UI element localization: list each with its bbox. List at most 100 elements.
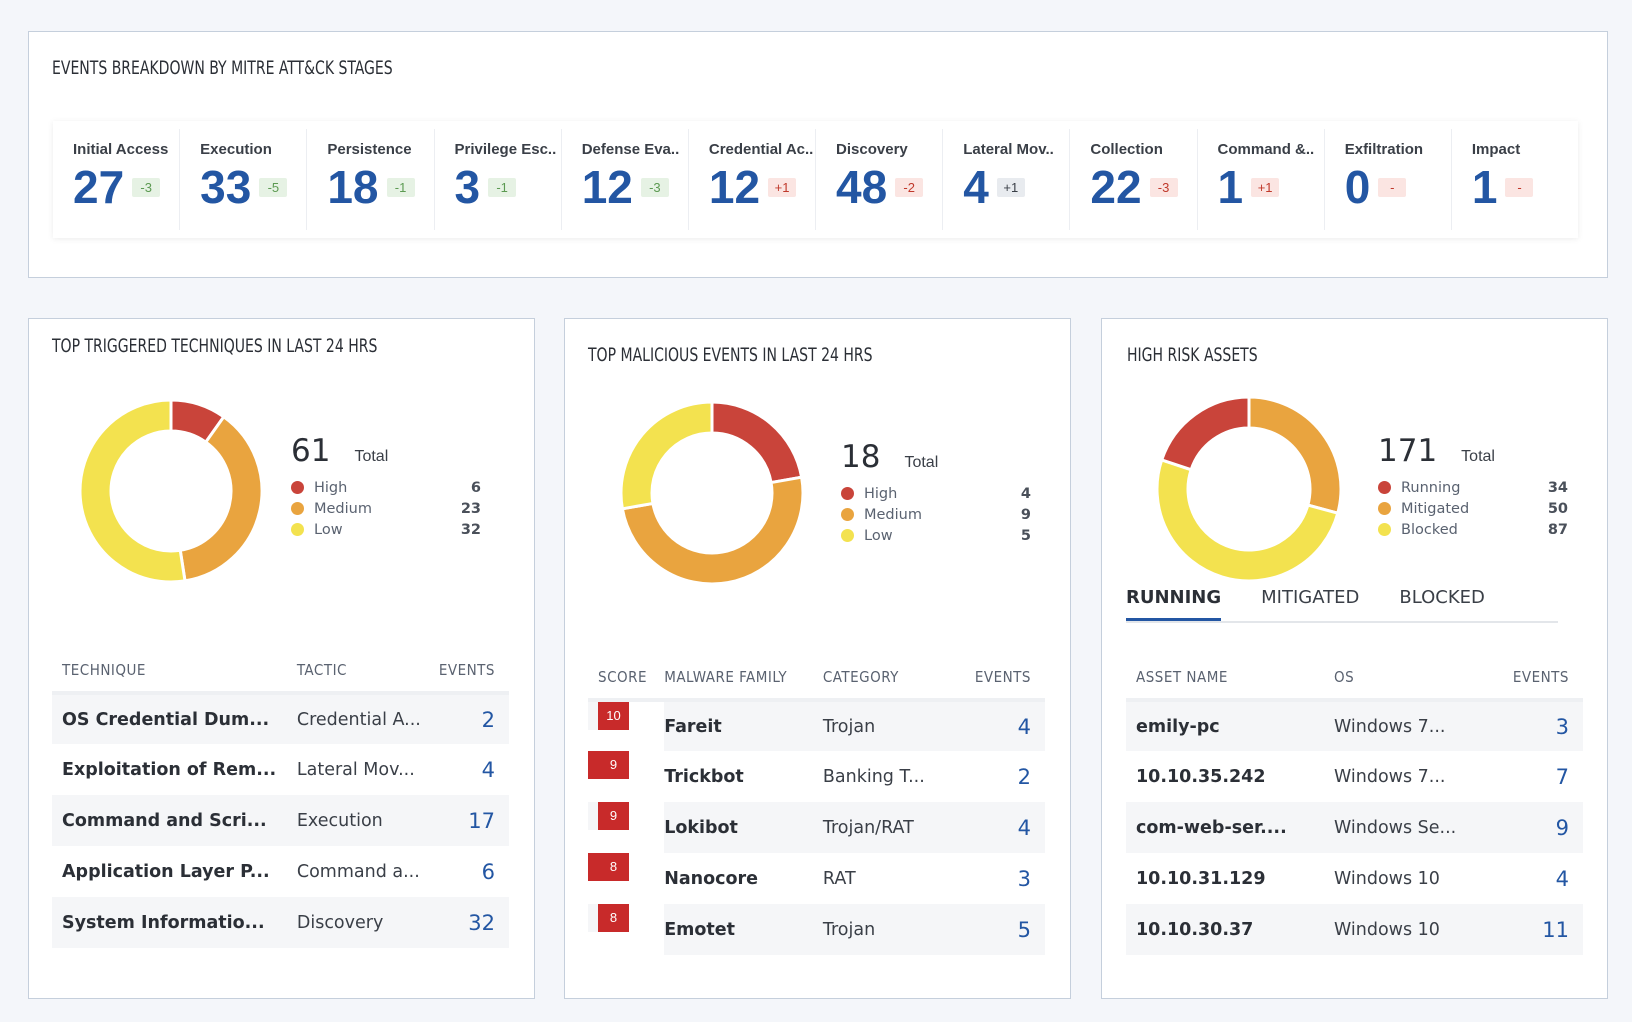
table-row[interactable]: OS Credential Dum... Credential A... 2 xyxy=(52,693,509,744)
column-header[interactable]: EVENTS xyxy=(1492,656,1583,702)
legend-dot-icon xyxy=(841,529,854,542)
cell-tactic: Execution xyxy=(296,795,433,846)
legend-dot-icon xyxy=(1378,502,1391,515)
malicious-table: SCORE MALWARE FAMILY CATEGORY EVENTS 10 Farei… xyxy=(588,656,1045,955)
cell-asset-name: com-web-ser.... xyxy=(1126,802,1334,853)
tab-running[interactable]: RUNNING xyxy=(1126,587,1222,621)
legend-label: Medium xyxy=(864,506,922,523)
stage-tile[interactable]: Defense Eva.. 12 -3 xyxy=(562,129,689,230)
cell-events: 17 xyxy=(432,795,509,846)
table-row[interactable]: 10.10.31.129 Windows 10 4 xyxy=(1126,853,1583,904)
stage-delta-badge: -2 xyxy=(895,177,924,197)
cell-os: Windows 10 xyxy=(1333,904,1493,955)
column-header[interactable]: MALWARE FAMILY xyxy=(664,656,823,702)
donut-legend: 18 Total High 4 Medium 9 Low 5 xyxy=(841,439,1031,546)
stage-tile[interactable]: Impact 1- xyxy=(1452,129,1578,230)
cell-asset-name: 10.10.35.242 xyxy=(1136,766,1266,787)
stage-label: Lateral Mov.. xyxy=(963,141,1054,158)
high-risk-assets-panel: HIGH RISK ASSETS 171 Total Running 34 Mitiga… xyxy=(1101,318,1608,999)
legend-label: Low xyxy=(314,521,343,538)
stage-tile[interactable]: Command &.. 1 +1 xyxy=(1198,129,1325,230)
techniques-table: TECHNIQUE TACTIC EVENTS OS Credential Dum..… xyxy=(52,649,509,948)
stage-count: 4 xyxy=(963,161,989,213)
table-row[interactable]: Exploitation of Rem... Lateral Mov... 4 xyxy=(52,744,509,795)
cell-malware-family: Fareit xyxy=(664,700,823,751)
tab-blocked[interactable]: BLOCKED xyxy=(1399,587,1485,621)
stage-delta-badge: +1 xyxy=(1251,177,1280,197)
malicious-donut xyxy=(620,401,804,585)
legend-value: 6 xyxy=(470,479,481,496)
table-row[interactable]: 10.10.30.37 Windows 10 11 xyxy=(1126,904,1583,955)
panel-title: TOP TRIGGERED TECHNIQUES IN LAST 24 HRS xyxy=(52,335,378,357)
cell-tactic: Lateral Mov... xyxy=(296,759,415,780)
stage-count: 33 xyxy=(200,161,252,213)
stage-tile[interactable]: Collection 22 -3 xyxy=(1070,129,1198,230)
legend-item: High 4 xyxy=(841,483,1031,504)
legend-value: 5 xyxy=(1020,527,1031,544)
legend-item: Low 32 xyxy=(291,519,481,540)
table-row[interactable]: Application Layer P... Command a... 6 xyxy=(52,846,509,897)
stage-tile[interactable]: Execution 33 -5 xyxy=(180,129,308,230)
cell-tactic: Credential A... xyxy=(296,693,433,744)
donut-segment-running[interactable] xyxy=(1159,396,1251,472)
column-header[interactable]: TACTIC xyxy=(296,649,433,695)
column-header[interactable]: EVENTS xyxy=(432,649,509,695)
stage-count: 1 xyxy=(1471,161,1498,213)
table-row[interactable]: System Informatio... Discovery 32 xyxy=(52,897,509,948)
stage-tile[interactable]: Discovery 48 -2 xyxy=(816,129,944,230)
table-row[interactable]: 10 Fareit Trojan 4 xyxy=(588,700,1045,751)
legend-value: 32 xyxy=(460,521,481,538)
table-row[interactable]: com-web-ser.... Windows Se... 9 xyxy=(1126,802,1583,853)
table-row[interactable]: 10.10.35.242 Windows 7... 7 xyxy=(1126,751,1583,802)
legend-item: Low 5 xyxy=(841,525,1031,546)
stage-tile[interactable]: Initial Access 27 -3 xyxy=(53,129,181,230)
donut-segment-mitigated[interactable] xyxy=(1247,396,1342,516)
tab-mitigated[interactable]: MITIGATED xyxy=(1261,587,1359,621)
table-row[interactable]: 9 Lokibot Trojan/RAT 4 xyxy=(588,802,1045,853)
stage-count: 12 xyxy=(708,161,761,213)
stage-label: Exfiltration xyxy=(1344,141,1424,158)
cell-malware-family: Trickbot xyxy=(664,766,744,787)
table-row[interactable]: 8 Emotet Trojan 5 xyxy=(588,904,1045,955)
donut-total: 18 xyxy=(841,439,881,475)
stage-tile[interactable]: Lateral Mov.. 4 +1 xyxy=(943,129,1071,230)
stage-delta-badge: -1 xyxy=(488,177,517,197)
column-header[interactable]: SCORE xyxy=(588,656,665,702)
legend-item: Running 34 xyxy=(1378,477,1568,498)
donut-segment-high[interactable] xyxy=(710,401,804,485)
stage-tile[interactable]: Credential Ac.. 12 +1 xyxy=(689,129,817,230)
stage-tile[interactable]: Exfiltration 0- xyxy=(1325,129,1452,230)
stage-label: Persistence xyxy=(327,141,412,158)
table-row[interactable]: emily-pc Windows 7... 3 xyxy=(1126,700,1583,751)
stage-delta-badge: -3 xyxy=(132,177,161,197)
stage-tile[interactable]: Privilege Esc.. 3 -1 xyxy=(435,129,562,230)
cell-os: Windows 7... xyxy=(1333,700,1493,751)
table-row[interactable]: Command and Scri... Execution 17 xyxy=(52,795,509,846)
stage-label: Credential Ac.. xyxy=(708,141,814,158)
stage-tile[interactable]: Persistence 18 -1 xyxy=(307,129,435,230)
column-header[interactable]: ASSET NAME xyxy=(1126,656,1334,702)
column-header[interactable]: CATEGORY xyxy=(822,656,955,702)
column-header[interactable]: TECHNIQUE xyxy=(52,649,297,695)
stage-delta-badge: -5 xyxy=(259,177,288,197)
cell-score: 9 xyxy=(588,751,629,779)
score-badge: 10 xyxy=(598,702,629,730)
cell-malware-family: Nanocore xyxy=(664,868,759,889)
cell-technique: Command and Scri... xyxy=(52,795,297,846)
legend-value: 9 xyxy=(1020,506,1031,523)
donut-segment-medium[interactable] xyxy=(178,414,263,583)
table-row[interactable]: 9 Trickbot Banking T... 2 xyxy=(588,751,1045,802)
score-badge: 9 xyxy=(598,751,629,779)
cell-score: 8 xyxy=(588,904,629,932)
stage-delta-badge: +1 xyxy=(768,177,797,197)
donut-segment-low[interactable] xyxy=(79,399,187,583)
column-header[interactable]: OS xyxy=(1333,656,1493,702)
cell-events: 4 xyxy=(1555,866,1569,891)
stage-count: 3 xyxy=(454,161,481,213)
donut-segment-low[interactable] xyxy=(620,401,714,511)
assets-donut xyxy=(1156,396,1342,582)
column-header[interactable]: EVENTS xyxy=(954,656,1045,702)
table-row[interactable]: 8 Nanocore RAT 3 xyxy=(588,853,1045,904)
donut-total-label: Total xyxy=(1461,448,1495,465)
panel-title: EVENTS BREAKDOWN BY MITRE ATT&CK STAGES xyxy=(52,57,393,79)
